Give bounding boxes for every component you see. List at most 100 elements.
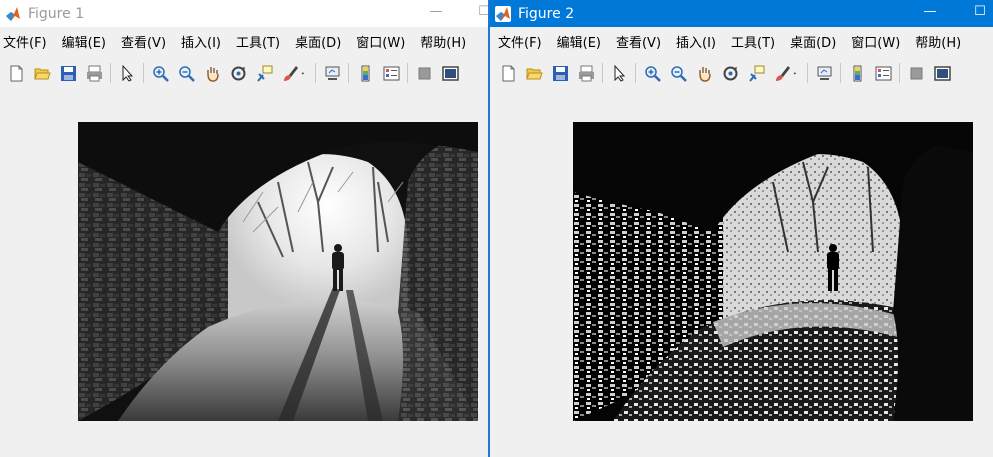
- maximize-button[interactable]: ☐: [476, 4, 488, 20]
- save-icon: [552, 65, 568, 81]
- legend-icon: [383, 66, 399, 80]
- hide-plot-tools-button[interactable]: [906, 63, 926, 83]
- dropdown-arrow-icon: [301, 72, 305, 75]
- toolbar-separator: [315, 63, 316, 83]
- new-figure-icon: [502, 65, 514, 81]
- menu-edit[interactable]: 编辑(E): [62, 32, 106, 54]
- pan-hand-icon: [206, 66, 219, 82]
- brush-icon: [775, 65, 790, 81]
- brush-button[interactable]: [772, 63, 792, 83]
- pointer-icon: [614, 64, 625, 82]
- hide-plot-tools-icon: [418, 67, 430, 79]
- toolbar-separator: [348, 63, 349, 83]
- data-cursor-button[interactable]: [746, 63, 766, 83]
- toolbar-separator: [143, 63, 144, 83]
- link-plot-icon: [817, 66, 831, 80]
- menu-desktop[interactable]: 桌面(D): [295, 32, 341, 54]
- menu-help[interactable]: 帮助(H): [420, 32, 466, 54]
- rotate-3d-icon: [231, 66, 245, 80]
- print-icon: [86, 65, 102, 81]
- print-button[interactable]: [84, 63, 104, 83]
- menu-tools[interactable]: 工具(T): [236, 32, 280, 54]
- rotate-3d-icon: [723, 66, 737, 80]
- legend-button[interactable]: [873, 63, 893, 83]
- show-plot-tools-button[interactable]: [440, 63, 460, 83]
- menu-view[interactable]: 查看(V): [121, 32, 166, 54]
- dropdown-arrow-icon: [793, 72, 797, 75]
- figure-toolbar: [492, 60, 993, 86]
- menu-window[interactable]: 窗口(W): [356, 32, 405, 54]
- figure-1-window[interactable]: Figure 1 — ☐ 文件(F) 编辑(E) 查看(V) 插入(I) 工具(…: [0, 0, 488, 457]
- save-button[interactable]: [58, 63, 78, 83]
- zoom-in-button[interactable]: [642, 63, 662, 83]
- menu-insert[interactable]: 插入(I): [181, 32, 221, 54]
- show-plot-tools-button[interactable]: [932, 63, 952, 83]
- menu-insert[interactable]: 插入(I): [676, 32, 716, 54]
- menubar: 文件(F) 编辑(E) 查看(V) 插入(I) 工具(T) 桌面(D) 窗口(W…: [0, 32, 488, 54]
- zoom-out-icon: [670, 65, 687, 82]
- toolbar-separator: [635, 63, 636, 83]
- minimize-button[interactable]: —: [428, 4, 444, 20]
- figure-2-image: [573, 122, 973, 421]
- menu-tools[interactable]: 工具(T): [731, 32, 775, 54]
- minimize-button[interactable]: —: [922, 4, 938, 20]
- pointer-button[interactable]: [117, 63, 137, 83]
- show-plot-tools-icon: [933, 65, 951, 81]
- matlab-logo-icon: [495, 5, 511, 22]
- zoom-out-button[interactable]: [176, 63, 196, 83]
- open-file-button[interactable]: [32, 63, 52, 83]
- pan-hand-button[interactable]: [202, 63, 222, 83]
- data-cursor-icon: [256, 65, 272, 82]
- menu-view[interactable]: 查看(V): [616, 32, 661, 54]
- figure-2-window[interactable]: Figure 2 — ☐ 文件(F) 编辑(E) 查看(V) 插入(I) 工具(…: [490, 0, 993, 457]
- menu-file[interactable]: 文件(F): [3, 32, 47, 54]
- menu-edit[interactable]: 编辑(E): [557, 32, 601, 54]
- new-figure-button[interactable]: [498, 63, 518, 83]
- matlab-logo-icon: [6, 6, 20, 21]
- zoom-in-icon: [644, 65, 661, 82]
- link-plot-button[interactable]: [322, 63, 342, 83]
- link-plot-icon: [325, 66, 339, 80]
- zoom-in-button[interactable]: [150, 63, 170, 83]
- hide-plot-tools-button[interactable]: [414, 63, 434, 83]
- data-cursor-button[interactable]: [254, 63, 274, 83]
- figure-2-titlebar[interactable]: Figure 2 — ☐: [490, 0, 993, 27]
- open-file-icon: [525, 68, 543, 79]
- figure-toolbar: [0, 60, 488, 86]
- maximize-button[interactable]: ☐: [972, 4, 988, 20]
- dropdown-arrow-button[interactable]: [793, 63, 801, 83]
- pan-hand-icon: [698, 66, 711, 82]
- tunnel-photo-processed: [573, 122, 973, 421]
- brush-button[interactable]: [280, 63, 300, 83]
- menu-help[interactable]: 帮助(H): [915, 32, 961, 54]
- figure-1-titlebar[interactable]: Figure 1 — ☐: [0, 0, 488, 27]
- toolbar-separator: [602, 63, 603, 83]
- rotate-3d-button[interactable]: [228, 63, 248, 83]
- pointer-icon: [122, 64, 133, 82]
- colorbar-button[interactable]: [355, 63, 375, 83]
- pointer-button[interactable]: [609, 63, 629, 83]
- legend-button[interactable]: [381, 63, 401, 83]
- toolbar-separator: [407, 63, 408, 83]
- save-button[interactable]: [550, 63, 570, 83]
- save-icon: [60, 65, 76, 81]
- zoom-out-button[interactable]: [668, 63, 688, 83]
- colorbar-button[interactable]: [847, 63, 867, 83]
- open-file-button[interactable]: [524, 63, 544, 83]
- toolbar-separator: [899, 63, 900, 83]
- zoom-out-icon: [178, 65, 195, 82]
- new-figure-button[interactable]: [6, 63, 26, 83]
- menu-file[interactable]: 文件(F): [498, 32, 542, 54]
- dropdown-arrow-button[interactable]: [301, 63, 309, 83]
- menu-window[interactable]: 窗口(W): [851, 32, 900, 54]
- rotate-3d-button[interactable]: [720, 63, 740, 83]
- figure-1-image: [78, 122, 478, 421]
- tunnel-photo-original: [78, 122, 478, 421]
- print-button[interactable]: [576, 63, 596, 83]
- pan-hand-button[interactable]: [694, 63, 714, 83]
- new-figure-icon: [10, 65, 22, 81]
- colorbar-icon: [853, 65, 861, 81]
- link-plot-button[interactable]: [814, 63, 834, 83]
- window-title: Figure 1: [28, 5, 85, 22]
- menu-desktop[interactable]: 桌面(D): [790, 32, 836, 54]
